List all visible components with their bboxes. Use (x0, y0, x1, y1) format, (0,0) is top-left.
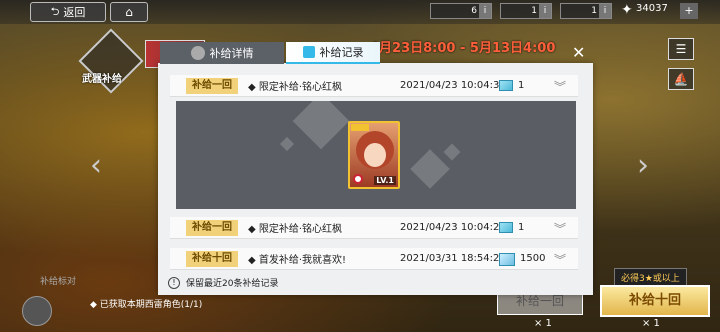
record-time: 2021/04/23 10:04:32 (400, 80, 506, 91)
decor-diamond (292, 101, 350, 150)
expand-chevron-icon[interactable]: ︾ (554, 251, 566, 268)
record-row[interactable]: 补给十回 ◆ 首发补给·我就喜欢! 2021/03/31 18:54:27 15… (170, 248, 578, 270)
resource-counter-2: 1 i (500, 3, 552, 19)
coin-balance: 34037 (636, 3, 668, 14)
bottom-note: ◆ 已获取本期西雷角色(1/1) (90, 300, 203, 310)
decor-diamond (410, 149, 450, 189)
weapon-supply-label: 武器补给 (82, 74, 122, 85)
record-quantity: 1 (518, 80, 525, 91)
next-banner-arrow-icon[interactable]: › (637, 148, 649, 183)
record-pool-name: ◆ 限定补给·铭心红枫 (248, 224, 343, 235)
ticket-bundle-icon (499, 253, 515, 266)
record-time: 2021/03/31 18:54:27 (400, 253, 506, 264)
resource-counter-1: 6 i (430, 3, 492, 19)
add-coins-button[interactable]: + (680, 3, 698, 19)
record-type-badge: 补给十回 (186, 250, 238, 267)
top-bar: ⮌ 返回 ⌂ 6 i 1 i 1 i ✦ 34037 + (0, 0, 720, 24)
record-row[interactable]: 补给一回 ◆ 限定补给·铭心红枫 2021/04/23 10:04:32 1 ︾ (170, 75, 578, 97)
character-face (364, 143, 386, 167)
record-type-badge: 补给一回 (186, 77, 238, 94)
back-button[interactable]: ⮌ 返回 (30, 2, 106, 22)
record-type-badge: 补给一回 (186, 219, 238, 236)
question-icon (190, 46, 205, 60)
back-arrow-icon: ⮌ (50, 4, 60, 18)
record-notice-text: 保留最近20条补给记录 (186, 279, 279, 289)
decor-diamond (443, 143, 461, 161)
back-label: 返回 (63, 6, 86, 19)
collapse-chevron-icon[interactable]: ︾ (554, 78, 566, 95)
decor-diamond (279, 136, 295, 152)
info-icon: ! (168, 276, 180, 289)
record-time: 2021/04/23 10:04:23 (400, 222, 506, 233)
record-row[interactable]: 补给一回 ◆ 限定补给·铭心红枫 2021/04/23 10:04:23 1 ︾ (170, 217, 578, 239)
home-icon: ⌂ (125, 5, 133, 19)
record-quantity: 1500 (520, 253, 546, 264)
tab-supply-detail[interactable]: 补给详情 (160, 42, 284, 64)
resource-3-info-icon[interactable]: i (599, 4, 611, 18)
resource-2-value: 1 (531, 6, 537, 16)
close-icon[interactable]: ✕ (572, 43, 585, 62)
expand-chevron-icon[interactable]: ︾ (554, 220, 566, 237)
record-pool-name: ◆ 限定补给·铭心红枫 (248, 82, 343, 93)
record-notice: ! 保留最近20条补给记录 (168, 276, 278, 289)
clipboard-icon (302, 46, 315, 58)
ticket-icon (499, 80, 513, 91)
resource-2-info-icon[interactable]: i (539, 4, 551, 18)
event-date-range: 4月23日8:00 - 5月13日4:00 (370, 41, 556, 56)
tab-supply-record[interactable]: 补给记录 (286, 42, 380, 64)
pull-ten-cost: × 1 (642, 318, 660, 329)
tab-detail-label: 补给详情 (209, 47, 254, 60)
record-pool-name: ◆ 首发补给·我就喜欢! (248, 255, 347, 266)
tab-record-label: 补给记录 (319, 46, 364, 59)
resource-3-value: 1 (591, 6, 597, 16)
record-quantity: 1 (518, 222, 525, 233)
crystal-icon: ✦ (621, 2, 633, 18)
prev-banner-arrow-icon[interactable]: ‹ (90, 148, 102, 183)
character-level: LV.1 (374, 176, 396, 185)
new-tag-icon (353, 174, 363, 184)
resource-counter-3: 1 i (560, 3, 612, 19)
list-menu-button[interactable]: ☰ (668, 38, 694, 60)
ticket-icon (499, 222, 513, 233)
character-card[interactable]: LV.1 (348, 121, 400, 189)
pull-ten-button[interactable]: 补给十回 (600, 285, 710, 317)
home-button[interactable]: ⌂ (110, 2, 148, 22)
rarity-icon (351, 124, 369, 131)
pull-one-cost: × 1 (534, 318, 552, 329)
ship-menu-button[interactable]: ⛵ (668, 68, 694, 90)
avatar[interactable] (22, 296, 52, 326)
resource-1-value: 6 (471, 6, 477, 16)
resource-1-info-icon[interactable]: i (479, 4, 491, 18)
